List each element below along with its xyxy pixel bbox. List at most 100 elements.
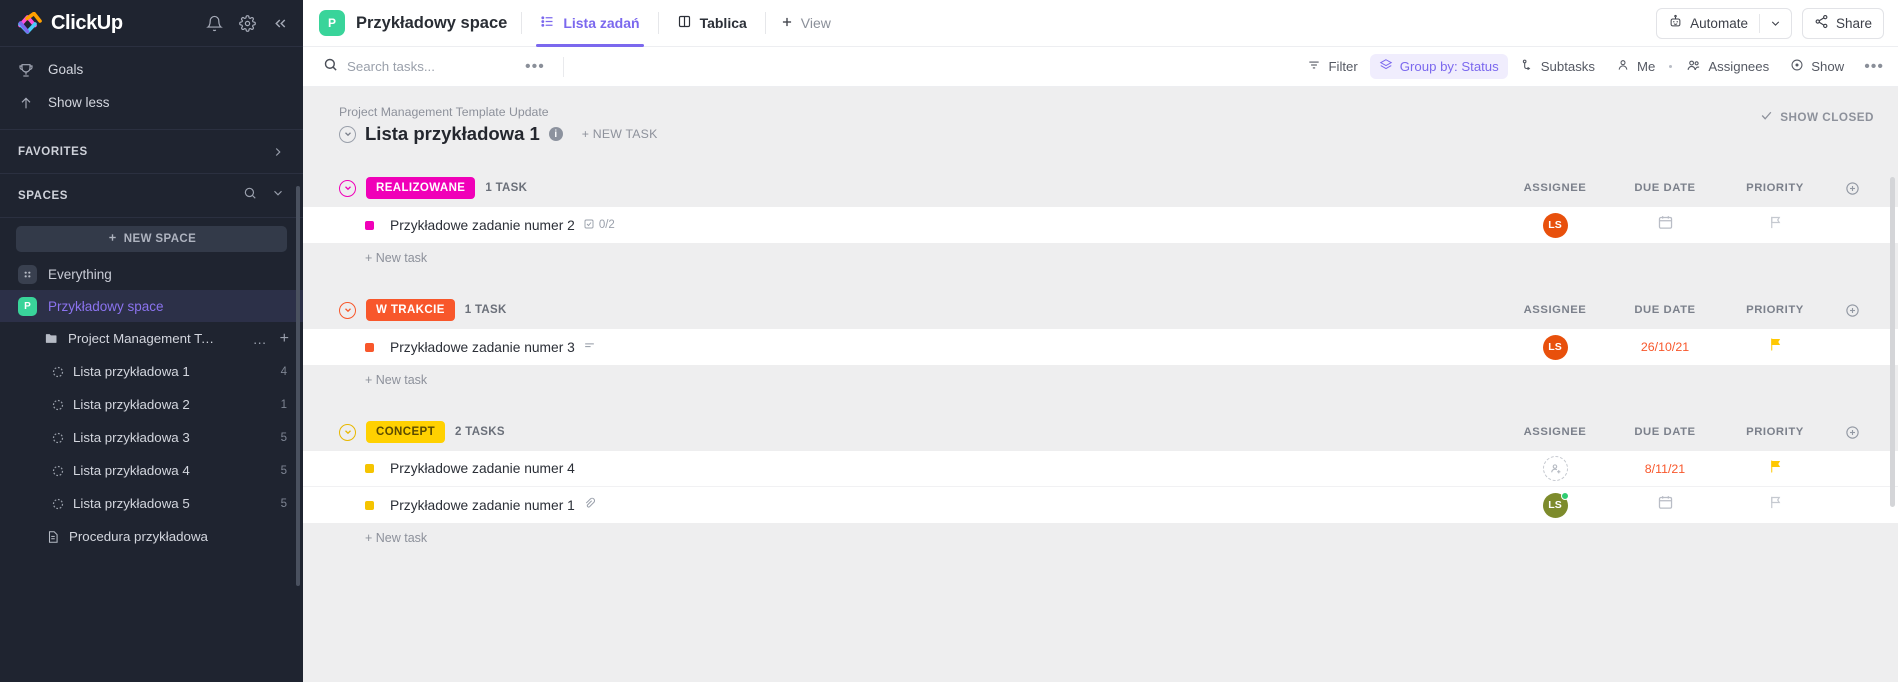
due-date-value[interactable]: 26/10/21 [1641, 340, 1689, 354]
flag-icon[interactable] [1768, 337, 1783, 357]
automate-chevron-down-icon[interactable] [1760, 17, 1791, 30]
filter-button[interactable]: Filter [1298, 54, 1366, 79]
task-name[interactable]: Przykładowe zadanie numer 3 [390, 340, 575, 355]
group-collapse-icon[interactable] [339, 301, 356, 319]
table-row[interactable]: Przykładowe zadanie numer 2 0/2 LS [303, 207, 1898, 243]
avatar[interactable]: LS [1542, 212, 1568, 238]
favorites-header[interactable]: FAVORITES [0, 130, 303, 174]
assignee-cell[interactable]: LS [1500, 491, 1610, 518]
sidebar-item-przykladowy-space[interactable]: P Przykładowy space [0, 290, 303, 322]
task-name[interactable]: Przykładowe zadanie numer 1 [390, 498, 575, 513]
assignees-button[interactable]: Assignees [1677, 54, 1778, 80]
due-date-value[interactable]: 8/11/21 [1645, 462, 1685, 476]
tab-tablica[interactable]: Tablica [673, 0, 751, 47]
tab-lista-zadan[interactable]: Lista zadań [536, 0, 644, 47]
priority-cell[interactable] [1720, 459, 1830, 479]
folder-add-icon[interactable]: + [280, 330, 289, 346]
new-space-button[interactable]: NEW SPACE [16, 226, 287, 252]
share-button[interactable]: Share [1801, 7, 1884, 39]
status-badge[interactable]: W TRAKCIE [366, 299, 455, 321]
chevron-right-icon[interactable] [271, 145, 285, 159]
search-box[interactable] [323, 57, 507, 77]
flag-icon[interactable] [1768, 495, 1783, 515]
subtasks-button[interactable]: Subtasks [1511, 54, 1604, 79]
content-scrollbar[interactable] [1890, 177, 1895, 507]
check-icon [1760, 109, 1773, 125]
automate-button[interactable]: Automate [1656, 7, 1792, 39]
task-status-dot[interactable] [365, 500, 374, 510]
task-name[interactable]: Przykładowe zadanie numer 4 [390, 461, 575, 476]
sidebar-list-item[interactable]: Lista przykładowa 2 1 [0, 388, 303, 421]
flag-icon[interactable] [1768, 459, 1783, 479]
group-collapse-icon[interactable] [339, 179, 356, 197]
table-row[interactable]: Przykładowe zadanie numer 3 LS 26/10/21 [303, 329, 1898, 365]
sidebar-folder-project-management[interactable]: Project Management Te... … + [0, 322, 303, 355]
add-view-button[interactable]: View [780, 15, 831, 32]
calendar-icon[interactable] [1657, 494, 1674, 516]
settings-gear-icon[interactable] [239, 14, 256, 32]
sidebar-list-item[interactable]: Lista przykładowa 3 5 [0, 421, 303, 454]
sidebar-list-item[interactable]: Lista przykładowa 5 5 [0, 487, 303, 520]
notifications-icon[interactable] [206, 15, 223, 32]
status-badge[interactable]: REALIZOWANE [366, 177, 476, 199]
due-date-cell[interactable] [1610, 494, 1720, 516]
sidebar-item-goals[interactable]: Goals [0, 53, 303, 86]
avatar[interactable]: LS [1542, 491, 1569, 518]
add-column-icon[interactable] [1830, 425, 1874, 440]
due-date-cell[interactable]: 26/10/21 [1610, 340, 1720, 354]
add-task-row[interactable]: + New task [303, 523, 1898, 553]
info-icon[interactable]: i [548, 127, 563, 141]
task-name[interactable]: Przykładowe zadanie numer 2 [390, 218, 575, 233]
avatar[interactable]: LS [1542, 334, 1568, 360]
sidebar-item-show-less[interactable]: Show less [0, 86, 303, 119]
group-by-button[interactable]: Group by: Status [1369, 54, 1508, 79]
group-collapse-icon[interactable] [339, 423, 356, 441]
add-task-row[interactable]: + New task [303, 365, 1898, 395]
avatar[interactable] [1542, 456, 1568, 481]
table-row[interactable]: Przykładowe zadanie numer 1 LS [303, 487, 1898, 523]
clickup-logo[interactable]: ClickUp [18, 12, 206, 35]
add-task-label[interactable]: + New task [365, 531, 427, 545]
show-closed-button[interactable]: SHOW CLOSED [1760, 109, 1874, 125]
priority-cell[interactable] [1720, 495, 1830, 515]
toolbar-overflow-icon[interactable]: ••• [1864, 58, 1884, 76]
sidebar-list-label: Lista przykładowa 4 [73, 463, 190, 478]
sidebar-doc-item[interactable]: Procedura przykładowa [0, 520, 303, 553]
add-column-icon[interactable] [1830, 181, 1874, 196]
assignee-cell[interactable]: LS [1500, 334, 1610, 360]
spaces-search-icon[interactable] [243, 186, 257, 205]
status-badge[interactable]: CONCEPT [366, 421, 446, 443]
due-date-cell[interactable]: 8/11/21 [1610, 462, 1720, 476]
assignee-cell[interactable] [1500, 456, 1610, 481]
add-task-row[interactable]: + New task [303, 243, 1898, 273]
folder-more-icon[interactable]: … [253, 332, 268, 346]
priority-cell[interactable] [1720, 337, 1830, 357]
add-task-label[interactable]: + New task [365, 251, 427, 265]
space-breadcrumb[interactable]: P Przykładowy space [319, 10, 507, 36]
calendar-icon[interactable] [1657, 214, 1674, 236]
spaces-chevron-down-icon[interactable] [271, 186, 285, 205]
search-input[interactable] [347, 59, 507, 74]
add-column-icon[interactable] [1830, 303, 1874, 318]
search-more-icon[interactable]: ••• [525, 58, 545, 76]
column-header-priority: PRIORITY [1746, 304, 1804, 316]
task-status-dot[interactable] [365, 464, 374, 473]
sidebar-item-everything[interactable]: Everything [0, 258, 303, 290]
sidebar-list-item[interactable]: Lista przykładowa 4 5 [0, 454, 303, 487]
flag-icon[interactable] [1768, 215, 1783, 235]
priority-cell[interactable] [1720, 215, 1830, 235]
task-status-dot[interactable] [365, 220, 374, 230]
add-task-label[interactable]: + New task [365, 373, 427, 387]
show-button[interactable]: Show [1781, 54, 1853, 79]
due-date-cell[interactable] [1610, 214, 1720, 236]
sidebar-scrollbar[interactable] [296, 186, 300, 586]
me-button[interactable]: Me [1607, 54, 1664, 79]
table-row[interactable]: Przykładowe zadanie numer 4 8/11/21 [303, 451, 1898, 487]
sidebar-list-item[interactable]: Lista przykładowa 1 4 [0, 355, 303, 388]
collapse-list-icon[interactable] [339, 125, 356, 143]
collapse-sidebar-icon[interactable] [272, 15, 289, 32]
breadcrumb[interactable]: Project Management Template Update [339, 105, 1898, 119]
new-task-button[interactable]: + NEW TASK [582, 127, 658, 141]
task-status-dot[interactable] [365, 342, 374, 352]
assignee-cell[interactable]: LS [1500, 212, 1610, 238]
